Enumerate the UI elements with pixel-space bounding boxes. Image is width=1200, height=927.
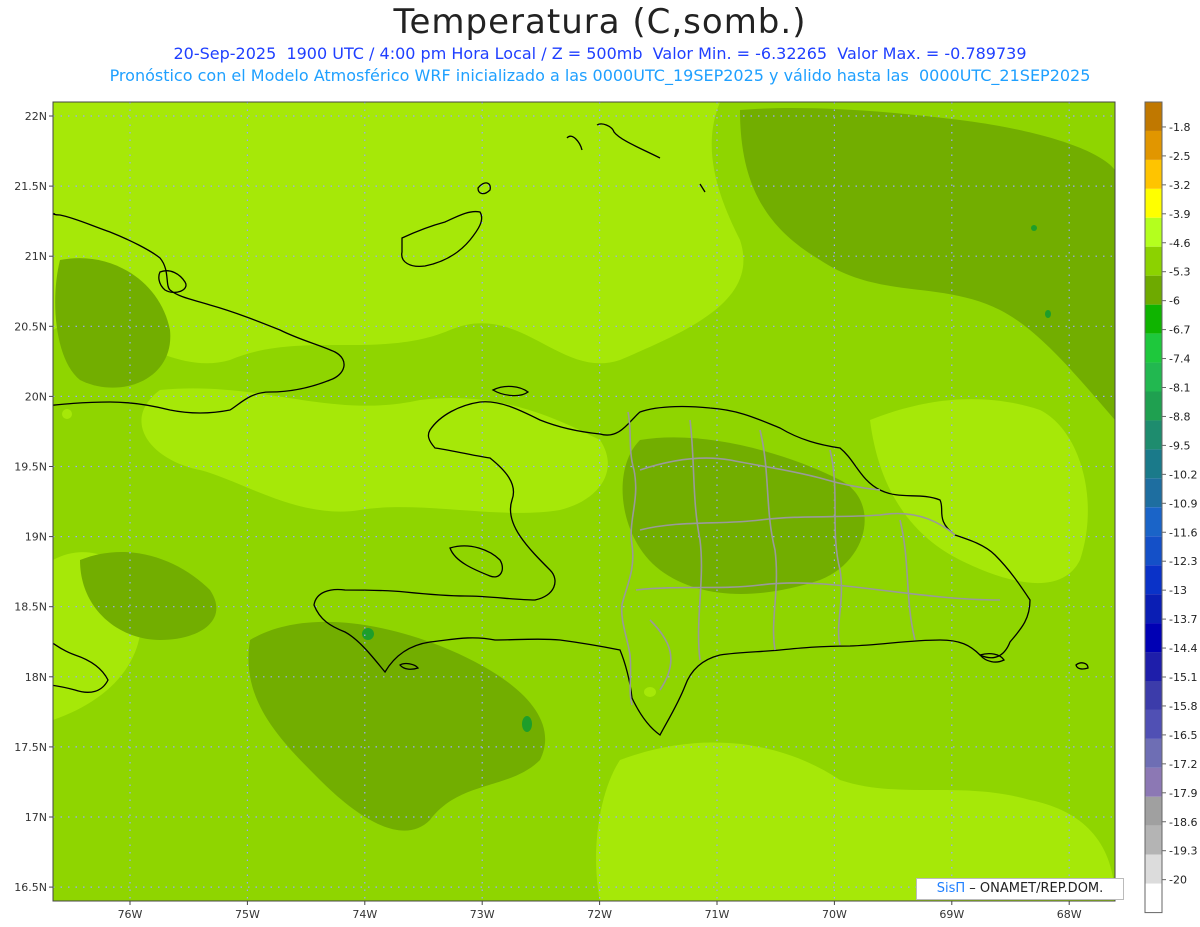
colorbar-swatch (1145, 709, 1162, 739)
colorbar-swatch (1145, 159, 1162, 189)
colorbar-swatch (1145, 738, 1162, 768)
latitude-label: 21N (25, 250, 47, 263)
colorbar-swatch (1145, 883, 1162, 913)
colorbar-label: -17.9 (1169, 787, 1197, 800)
dark-spot (1045, 310, 1051, 318)
colorbar-swatch (1145, 825, 1162, 855)
colorbar-swatch (1145, 420, 1162, 450)
warm-spot (182, 142, 214, 162)
colorbar-swatch (1145, 391, 1162, 421)
longitude-label: 68W (1057, 908, 1082, 921)
shaded-field (53, 102, 1115, 901)
colorbar-label: -6.7 (1169, 324, 1190, 337)
credit-text: – ONAMET/REP.DOM. (965, 881, 1104, 896)
colorbar-label: -1.8 (1169, 121, 1190, 134)
latitude-label: 20N (25, 390, 47, 403)
latitude-label: 21.5N (14, 180, 47, 193)
colorbar-swatch (1145, 796, 1162, 826)
colorbar-label: -16.5 (1169, 729, 1197, 742)
colorbar-swatch (1145, 767, 1162, 797)
colorbar-label: -8.1 (1169, 382, 1190, 395)
dark-spot (522, 716, 532, 732)
dark-spot (1031, 225, 1037, 231)
latitude-label: 20.5N (14, 320, 47, 333)
latitude-label: 19.5N (14, 461, 47, 474)
colorbar-swatch (1145, 478, 1162, 508)
colorbar-label: -9.5 (1169, 439, 1190, 452)
colorbar-label: -12.3 (1169, 555, 1197, 568)
colorbar-label: -20 (1169, 874, 1187, 887)
sispi-logo-text: SisΠ (936, 881, 966, 896)
colorbar-swatch (1145, 188, 1162, 218)
colorbar-label: -3.9 (1169, 208, 1190, 221)
latitude-label: 17.5N (14, 741, 47, 754)
colorbar-swatch (1145, 362, 1162, 392)
colorbar-label: -3.2 (1169, 179, 1190, 192)
temperature-map: 22N 21.5N 21N 20.5N 20N 19.5N 19N 18.5N 18N 17.5N… (14, 101, 1197, 921)
longitude-label: 70W (822, 908, 847, 921)
longitude-label: 73W (470, 908, 495, 921)
colorbar-label: -11.6 (1169, 526, 1197, 539)
latitude-label: 17N (25, 811, 47, 824)
longitude-label: 76W (118, 908, 143, 921)
colorbar-label: -8.8 (1169, 410, 1190, 423)
longitude-label: 72W (587, 908, 612, 921)
colorbar-label: -4.6 (1169, 237, 1190, 250)
colorbar-swatch (1145, 652, 1162, 681)
colorbar-swatch (1145, 594, 1162, 624)
latitude-label: 18N (25, 671, 47, 684)
longitude-label: 74W (352, 908, 377, 921)
colorbar-swatch (1145, 449, 1162, 479)
colorbar-swatch (1145, 304, 1162, 334)
colorbar-swatch (1145, 275, 1162, 305)
colorbar-swatch (1145, 507, 1162, 537)
colorbar-label: -18.6 (1169, 816, 1197, 829)
colorbar-swatch (1145, 217, 1162, 247)
colorbar-label: -17.2 (1169, 758, 1197, 771)
colorbar-swatch (1145, 536, 1162, 566)
colorbar-label: -10.9 (1169, 497, 1197, 510)
colorbar-swatch (1145, 623, 1162, 653)
warm-spot (206, 204, 224, 216)
latitude-label: 22N (25, 110, 47, 123)
colorbar-swatch (1145, 102, 1162, 131)
colorbar-label: -7.4 (1169, 353, 1190, 366)
colorbar-swatch (1145, 681, 1162, 710)
colorbar-swatch (1145, 130, 1162, 160)
colorbar-label: -10.2 (1169, 468, 1197, 481)
latitude-axis: 22N 21.5N 21N 20.5N 20N 19.5N 19N 18.5N 18N 17.5N… (14, 110, 53, 894)
colorbar: -1.8 -2.5 -3.2 -3.9 -4.6 -5.3 -6 -6.7 -7.4 -8.1 -8… (1144, 101, 1197, 914)
longitude-axis: 76W 75W 74W 73W 72W 71W 70W 69W 68W (118, 901, 1082, 921)
colorbar-label: -6 (1169, 295, 1180, 308)
colorbar-label: -15.1 (1169, 671, 1197, 684)
colorbar-swatch (1145, 246, 1162, 276)
colorbar-label: -5.3 (1169, 266, 1190, 279)
warm-spot (297, 181, 309, 191)
credit-badge: SisΠ – ONAMET/REP.DOM. (916, 878, 1124, 900)
colorbar-swatch (1145, 854, 1162, 884)
colorbar-label: -13 (1169, 584, 1187, 597)
colorbar-label: -14.4 (1169, 642, 1197, 655)
warm-spot (62, 409, 72, 419)
latitude-label: 18.5N (14, 601, 47, 614)
colorbar-label: -15.8 (1169, 700, 1197, 713)
colorbar-swatch (1145, 333, 1162, 363)
colorbar-swatch (1145, 565, 1162, 595)
latitude-label: 16.5N (14, 881, 47, 894)
colorbar-label: -2.5 (1169, 150, 1190, 163)
longitude-label: 69W (939, 908, 964, 921)
longitude-label: 71W (705, 908, 730, 921)
longitude-label: 75W (235, 908, 260, 921)
dark-spot (362, 628, 374, 640)
colorbar-label: -19.3 (1169, 845, 1197, 858)
colorbar-label: -13.7 (1169, 613, 1197, 626)
latitude-label: 19N (25, 531, 47, 544)
warm-spot (644, 687, 656, 697)
